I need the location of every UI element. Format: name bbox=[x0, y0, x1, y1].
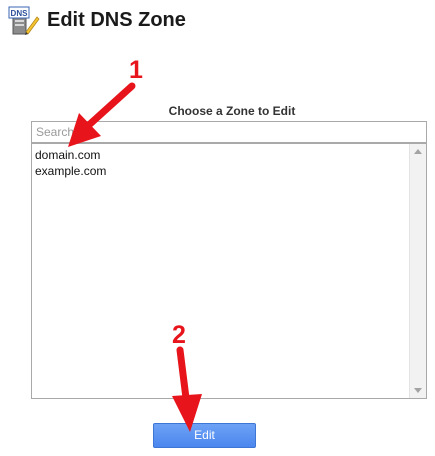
zone-search-input[interactable] bbox=[31, 121, 427, 143]
zone-item-domain-com[interactable]: domain.com bbox=[34, 147, 408, 163]
zone-list-scrollbar[interactable] bbox=[409, 144, 426, 398]
annotation-step-2-number: 2 bbox=[172, 321, 186, 349]
scroll-down-icon[interactable] bbox=[410, 383, 426, 398]
zone-list-items: domain.com example.com bbox=[34, 147, 408, 179]
edit-dns-zone-page: DNS Edit DNS Zone Choose a Zone to Edit … bbox=[0, 0, 435, 456]
page-title: Edit DNS Zone bbox=[47, 9, 186, 31]
zone-item-example-com[interactable]: example.com bbox=[34, 163, 408, 179]
edit-button[interactable]: Edit bbox=[153, 423, 256, 448]
zone-picker-label: Choose a Zone to Edit bbox=[168, 104, 296, 118]
scroll-up-icon[interactable] bbox=[410, 144, 426, 159]
svg-text:DNS: DNS bbox=[11, 9, 29, 18]
dns-icon: DNS bbox=[8, 6, 40, 35]
zone-listbox[interactable]: domain.com example.com bbox=[31, 143, 427, 399]
annotation-step-1-number: 1 bbox=[129, 56, 143, 84]
